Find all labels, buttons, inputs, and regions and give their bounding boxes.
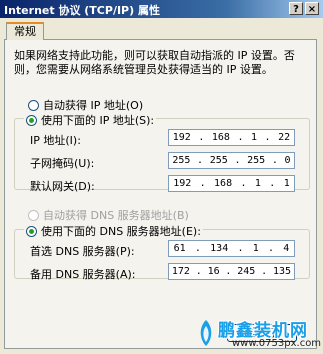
mask-octet[interactable]: 255 — [172, 155, 190, 166]
octet-separator: . — [267, 243, 275, 254]
dns-octet[interactable]: 245 — [237, 266, 255, 277]
ip-auto-radio[interactable] — [28, 99, 39, 111]
octet-separator: . — [271, 155, 278, 166]
octet-separator: . — [264, 132, 271, 143]
ip-octet[interactable]: 192 — [173, 132, 191, 143]
octet-separator: . — [234, 155, 241, 166]
dns-octet[interactable]: 61 — [174, 243, 186, 254]
gateway-octet[interactable]: 168 — [214, 178, 232, 189]
subnet-mask-field[interactable]: 255. 255. 255. 0 — [168, 152, 295, 169]
title-bar: Internet 协议 (TCP/IP) 属性 ? × — [0, 0, 323, 18]
octet-separator: . — [198, 132, 205, 143]
ip-manual-radio[interactable] — [26, 114, 37, 126]
dns-octet[interactable]: 1 — [253, 243, 259, 254]
ip-auto-option[interactable]: 自动获得 IP 地址(O) — [28, 97, 143, 113]
mask-octet[interactable]: 0 — [285, 155, 291, 166]
subnet-mask-label: 子网掩码(U): — [30, 157, 95, 170]
dns-manual-label: 使用下面的 DNS 服务器地址(E): — [41, 225, 201, 238]
mask-octet[interactable]: 255 — [247, 155, 265, 166]
ip-octet[interactable]: 1 — [251, 132, 257, 143]
gateway-field[interactable]: 192. 168. 1. 1 — [168, 175, 295, 192]
site-watermark: 鹏鑫装机网 www.0753px.com — [196, 316, 323, 354]
dns-octet[interactable]: 172 — [172, 266, 190, 277]
ip-manual-option[interactable]: 使用下面的 IP 地址(S): — [24, 112, 157, 128]
octet-separator: . — [269, 178, 276, 189]
watermark-url: www.0753px.com — [232, 338, 322, 349]
octet-separator: . — [261, 266, 268, 277]
dns-octet[interactable]: 135 — [273, 266, 291, 277]
octet-separator: . — [199, 178, 206, 189]
help-button[interactable]: ? — [289, 2, 303, 15]
preferred-dns-label: 首选 DNS 服务器(P): — [30, 245, 135, 258]
gateway-label: 默认网关(D): — [30, 180, 95, 193]
close-button[interactable]: × — [305, 2, 319, 15]
dns-auto-radio[interactable] — [28, 209, 39, 221]
octet-separator: . — [237, 132, 244, 143]
dns-auto-label: 自动获得 DNS 服务器地址(B) — [43, 209, 189, 222]
gateway-octet[interactable]: 1 — [284, 178, 290, 189]
alternate-dns-field[interactable]: 172. 16. 245. 135 — [168, 263, 295, 280]
dns-manual-radio[interactable] — [26, 225, 37, 237]
watermark-logo-icon — [200, 320, 212, 346]
alternate-dns-label: 备用 DNS 服务器(A): — [30, 268, 136, 281]
dns-octet[interactable]: 16 — [208, 266, 220, 277]
ip-octet[interactable]: 168 — [212, 132, 230, 143]
ip-octet[interactable]: 22 — [278, 132, 290, 143]
dns-octet[interactable]: 134 — [210, 243, 228, 254]
mask-octet[interactable]: 255 — [210, 155, 228, 166]
ip-manual-label: 使用下面的 IP 地址(S): — [41, 114, 155, 127]
preferred-dns-field[interactable]: 61. 134. 1. 4 — [168, 240, 295, 257]
octet-separator: . — [194, 243, 201, 254]
dns-auto-option[interactable]: 自动获得 DNS 服务器地址(B) — [28, 207, 189, 223]
octet-separator: . — [197, 155, 204, 166]
window-title: Internet 协议 (TCP/IP) 属性 — [4, 4, 160, 17]
tab-panel — [4, 39, 317, 349]
octet-separator: . — [240, 178, 247, 189]
octet-separator: . — [237, 243, 244, 254]
ip-address-field[interactable]: 192. 168. 1. 22 — [168, 129, 295, 146]
octet-separator: . — [195, 266, 202, 277]
ip-address-label: IP 地址(I): — [30, 134, 81, 147]
octet-separator: . — [225, 266, 232, 277]
dns-octet[interactable]: 4 — [283, 243, 289, 254]
tab-general[interactable]: 常规 — [6, 22, 44, 40]
gateway-octet[interactable]: 192 — [173, 178, 191, 189]
gateway-octet[interactable]: 1 — [255, 178, 261, 189]
description-text: 如果网络支持此功能，则可以获取自动指派的 IP 设置。否则，您需要从网络系统管理… — [14, 49, 295, 76]
dns-manual-option[interactable]: 使用下面的 DNS 服务器地址(E): — [24, 223, 203, 239]
ip-auto-label: 自动获得 IP 地址(O) — [43, 99, 144, 112]
